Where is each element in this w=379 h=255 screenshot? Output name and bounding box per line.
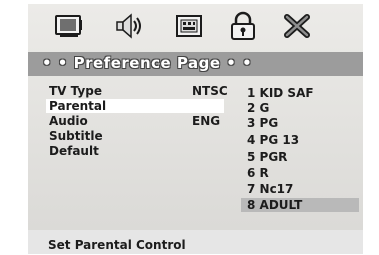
rating-option[interactable]: 6 R xyxy=(241,166,359,180)
rating-option[interactable]: 1 KID SAF xyxy=(241,86,359,100)
menu-item-subtitle[interactable]: Subtitle xyxy=(49,129,149,143)
menu-value-tv-type: NTSC xyxy=(192,84,228,98)
menu-item-tv-type[interactable]: TV Type xyxy=(49,84,149,98)
status-bar: Set Parental Control xyxy=(28,230,363,254)
status-text: Set Parental Control xyxy=(48,238,186,252)
rating-option[interactable]: 5 PGR xyxy=(241,150,359,164)
lock-icon[interactable] xyxy=(228,11,258,41)
menu-item-audio[interactable]: Audio xyxy=(49,114,149,128)
setup-icon-bar xyxy=(28,4,363,46)
menu-item-label: Audio xyxy=(49,114,88,128)
rating-option[interactable]: 2 G xyxy=(241,101,359,115)
menu-item-label: Subtitle xyxy=(49,129,103,143)
rating-option[interactable]: 3 PG xyxy=(241,116,359,130)
page-title-bar: • • Preference Page • • xyxy=(28,52,363,76)
video-settings-icon[interactable] xyxy=(174,11,204,41)
tv-screen-icon[interactable] xyxy=(54,11,84,41)
menu-item-label: TV Type xyxy=(49,84,102,98)
audio-speaker-icon[interactable] xyxy=(114,11,144,41)
page-title: • • Preference Page • • xyxy=(42,54,253,72)
menu-item-label: Default xyxy=(49,144,99,158)
dvd-setup-screen: • • Preference Page • • TV Type NTSC Par… xyxy=(0,0,379,255)
setup-menu-panel: • • Preference Page • • TV Type NTSC Par… xyxy=(28,4,363,254)
menu-item-parental[interactable]: Parental xyxy=(46,99,224,113)
tools-icon[interactable] xyxy=(282,11,312,41)
menu-item-default[interactable]: Default xyxy=(49,144,149,158)
rating-option-selected[interactable]: 8 ADULT xyxy=(241,198,359,212)
menu-item-label: Parental xyxy=(49,99,107,113)
rating-option[interactable]: 4 PG 13 xyxy=(241,133,359,147)
menu-value-audio: ENG xyxy=(192,114,221,128)
rating-option[interactable]: 7 Nc17 xyxy=(241,182,359,196)
